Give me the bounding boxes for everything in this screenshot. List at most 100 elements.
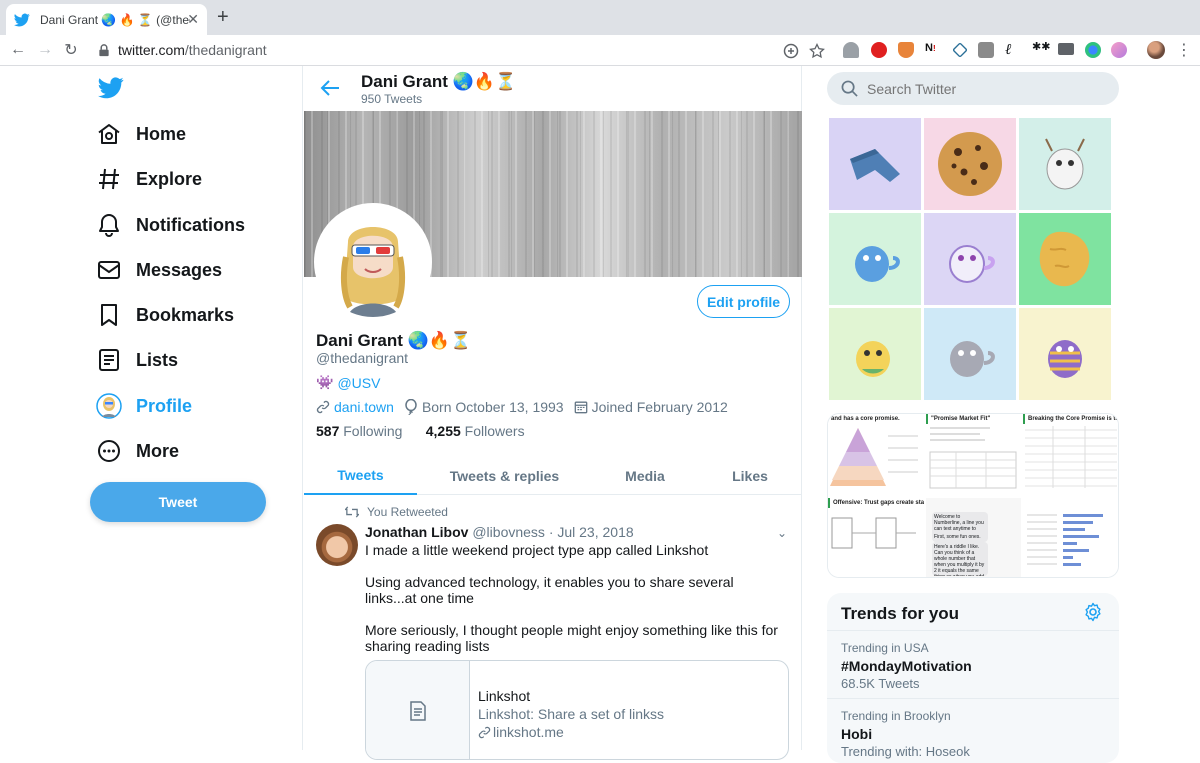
trend-topic: Hobi xyxy=(841,726,873,742)
website-link[interactable]: dani.town xyxy=(334,399,394,415)
media-thumb-chip[interactable] xyxy=(1019,213,1111,305)
tab-likes[interactable]: Likes xyxy=(698,456,802,495)
reload-icon[interactable]: ↻ xyxy=(61,40,81,60)
adblock-extension-icon[interactable] xyxy=(871,42,887,58)
script-l-extension-icon[interactable]: ℓ xyxy=(1005,40,1021,58)
tweet-text: I made a little weekend project type app… xyxy=(365,542,778,654)
nav-messages[interactable]: Messages xyxy=(96,254,222,286)
cloud-extension-icon[interactable] xyxy=(843,42,859,58)
back-arrow-icon[interactable] xyxy=(320,79,340,97)
globe-extension-icon[interactable] xyxy=(1085,42,1101,58)
cryptokitty-image xyxy=(950,341,995,377)
header-name: Dani Grant 🌏🔥⏳ xyxy=(361,72,517,91)
nav-messages-label: Messages xyxy=(136,259,223,280)
new-tab-icon[interactable]: + xyxy=(217,7,229,27)
profile-column: Dani Grant 🌏🔥⏳ 950 Tweets Edit profile D… xyxy=(302,66,802,760)
cookie-image xyxy=(938,132,1002,196)
tweet-button[interactable]: Tweet xyxy=(90,482,266,522)
trends-panel: Trends for you Trending in USA #MondayMo… xyxy=(827,593,1119,763)
cryptokitty-image xyxy=(856,341,890,377)
header-tweet-count: 950 Tweets xyxy=(361,92,423,106)
browser-tab-strip: Dani Grant 🌏 🔥 ⏳ (@thedanigrant) ✕ + xyxy=(0,0,1200,35)
browser-profile-avatar[interactable] xyxy=(1147,41,1165,59)
website-item: dani.town xyxy=(316,399,394,415)
tab-tweets[interactable]: Tweets xyxy=(304,456,417,495)
nav-explore[interactable]: Explore xyxy=(96,163,202,195)
image-extension-icon[interactable] xyxy=(978,42,994,58)
media-thumb-cookie[interactable] xyxy=(924,118,1016,210)
media-thumb-yellow-kitty[interactable] xyxy=(829,308,921,400)
link-icon xyxy=(316,400,330,414)
slide-breaking-promise: Breaking the Core Promise is the xyxy=(1023,414,1118,496)
followers-link[interactable]: 4,255 Followers xyxy=(426,423,525,439)
retweet-icon xyxy=(345,506,359,518)
back-icon[interactable]: ← xyxy=(8,40,28,60)
card-description: Linkshot: Share a set of linkss xyxy=(478,706,664,722)
twitter-favicon-icon xyxy=(14,13,30,26)
add-icon[interactable] xyxy=(783,43,799,59)
trend-item[interactable]: Trending in Brooklyn Hobi Trending with:… xyxy=(827,698,1119,763)
media-thumb-purple-kitty[interactable] xyxy=(924,213,1016,305)
trends-title: Trends for you xyxy=(841,604,960,623)
pink-extension-icon[interactable] xyxy=(1111,42,1127,58)
bookmark-star-icon[interactable] xyxy=(809,43,825,59)
edit-profile-button[interactable]: Edit profile xyxy=(697,285,790,318)
camera-extension-icon[interactable] xyxy=(1058,43,1074,55)
dots-extension-icon[interactable]: ✱✱ xyxy=(1032,40,1050,56)
link-card[interactable]: Linkshot Linkshot: Share a set of linkss… xyxy=(365,660,789,760)
follow-stats: 587 Following 4,255 Followers xyxy=(316,423,525,439)
browser-toolbar: ← → ↻ twitter.com/thedanigrant N! ℓ ✱✱ xyxy=(0,35,1200,66)
profile-meta: dani.town Born October 13, 1993 Joined F… xyxy=(316,399,738,415)
joined-text: Joined February 2012 xyxy=(591,399,728,415)
fox-extension-icon[interactable] xyxy=(898,42,914,58)
browser-menu-icon[interactable]: ⋮ xyxy=(1176,40,1192,60)
media-thumb-white-kitty[interactable] xyxy=(1019,118,1111,210)
profile-handle: @thedanigrant xyxy=(316,350,409,366)
trend-item[interactable]: Trending in USA #MondayMotivation 68.5K … xyxy=(827,630,1119,698)
bio-usv-link[interactable]: @USV xyxy=(337,375,380,391)
media-thumb-grey-kitty[interactable] xyxy=(924,308,1016,400)
nav-lists[interactable]: Lists xyxy=(96,344,178,376)
forward-icon[interactable]: → xyxy=(35,40,55,60)
nav-more[interactable]: More xyxy=(96,435,179,467)
nav-profile[interactable]: Profile xyxy=(96,390,192,422)
hashtag-icon xyxy=(99,168,119,190)
cryptokitty-image xyxy=(949,245,995,283)
link-icon xyxy=(478,726,491,738)
media-gallery xyxy=(829,118,1118,402)
address-bar[interactable]: twitter.com/thedanigrant xyxy=(90,36,836,65)
nav-notifications[interactable]: Notifications xyxy=(96,209,245,241)
tweet-author-handle[interactable]: @libovness xyxy=(472,524,545,540)
notion-extension-icon[interactable]: N! xyxy=(925,42,941,58)
media-thumb-pattern-kitty[interactable] xyxy=(1019,308,1111,400)
slides-preview-image[interactable]: and has a core promise. "Promise Market … xyxy=(827,413,1119,578)
diamond-extension-icon[interactable] xyxy=(952,42,968,58)
cryptokitty-image xyxy=(1048,340,1082,378)
close-tab-icon[interactable]: ✕ xyxy=(187,11,199,28)
following-link[interactable]: 587 Following xyxy=(316,423,402,439)
search-box[interactable] xyxy=(827,72,1119,105)
browser-tab[interactable]: Dani Grant 🌏 🔥 ⏳ (@thedanigrant) ✕ xyxy=(6,4,207,35)
slide-chat-screenshot: Welcome to Numberline, a line you can te… xyxy=(926,498,1021,577)
nav-home[interactable]: Home xyxy=(96,118,186,150)
tweet-author-avatar[interactable] xyxy=(316,524,358,566)
gear-icon[interactable] xyxy=(1083,602,1103,622)
flow-diagram xyxy=(831,517,916,549)
bar-chart-thumbnail xyxy=(1027,514,1103,566)
profile-avatar[interactable] xyxy=(314,203,432,321)
browser-tab-title: Dani Grant 🌏 🔥 ⏳ (@thedanigrant) xyxy=(40,12,190,27)
nav-bookmarks[interactable]: Bookmarks xyxy=(96,299,234,331)
tweet-date[interactable]: · Jul 23, 2018 xyxy=(549,524,634,540)
tab-media[interactable]: Media xyxy=(592,456,698,495)
nav-notifications-label: Notifications xyxy=(136,214,246,235)
card-link: linkshot.me xyxy=(478,724,564,740)
tab-tweets-replies[interactable]: Tweets & replies xyxy=(417,456,592,495)
trend-context: Trending in Brooklyn xyxy=(841,709,951,723)
tweet-author-name[interactable]: Jonathan Libov xyxy=(365,524,468,540)
media-thumb-blue-kitty[interactable] xyxy=(829,213,921,305)
media-thumb-jeans[interactable] xyxy=(829,118,921,210)
search-input[interactable] xyxy=(867,72,1107,105)
chevron-down-icon[interactable]: ⌄ xyxy=(777,526,787,540)
twitter-logo-icon[interactable] xyxy=(98,77,124,99)
nav-bookmarks-label: Bookmarks xyxy=(136,304,235,325)
